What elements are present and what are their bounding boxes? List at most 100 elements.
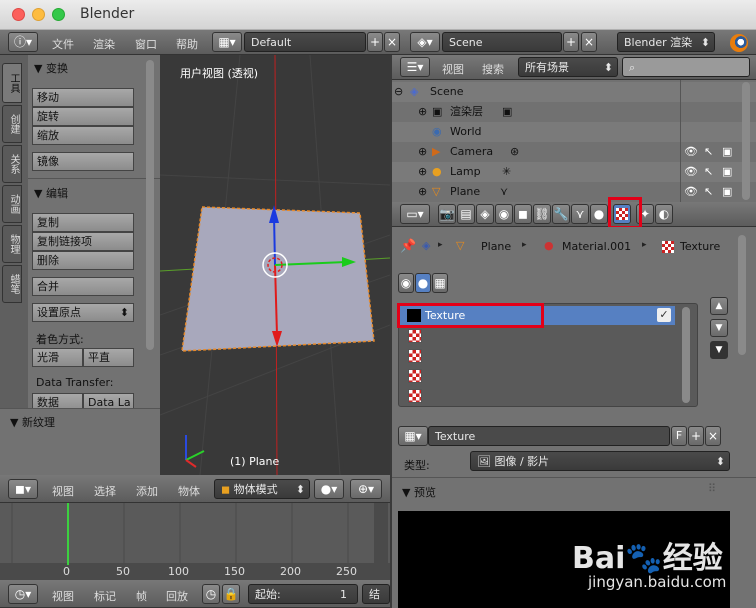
move-slot-up-icon[interactable]: ▲ [710,297,728,315]
pivot-point-icon[interactable]: ⊕▾ [350,479,382,499]
close-window-button[interactable] [12,8,25,21]
tab-physics[interactable]: 物理 [2,225,22,263]
other-texture-toggle-icon[interactable]: ▦ [432,273,448,293]
scene-icon[interactable]: ◈▾ [410,32,440,52]
timeline-menu-view[interactable]: 视图 [52,588,74,604]
add-scene-icon[interactable]: + [563,32,579,52]
material-tab-icon[interactable]: ● [590,204,608,224]
lamp-visibility-eye-icon[interactable]: 👁 [684,165,698,178]
duplicate-linked-button[interactable]: 复制链接项 [32,232,134,251]
outliner-menu-search[interactable]: 搜索 [482,61,504,77]
outliner-scrollbar[interactable] [742,82,750,200]
tab-animation[interactable]: 动画 [2,185,22,223]
maximize-window-button[interactable] [52,8,65,21]
lamp-render-icon[interactable]: ▣ [722,165,732,178]
tab-create[interactable]: 创建 [2,105,22,143]
slot-list-scrollbar[interactable] [682,307,690,403]
constraints-tab-icon[interactable]: ⛓ [533,204,551,224]
menu-file[interactable]: 文件 [52,36,74,52]
plane-object[interactable] [181,206,375,352]
outliner-menu-view[interactable]: 视图 [442,61,464,77]
scene-tab-icon[interactable]: ◈ [476,204,494,224]
texture-type-select[interactable]: 🖼 图像 / 影片 ⬍ [470,451,730,471]
viewport-menu-add[interactable]: 添加 [136,483,158,499]
slot-enabled-checkbox[interactable]: ✓ [657,308,671,322]
tool-shelf-scrollbar[interactable] [146,60,154,350]
camera-render-icon[interactable]: ▣ [722,145,732,158]
add-layout-icon[interactable]: + [367,32,383,52]
outliner-search-input[interactable]: ⌕ [622,57,750,77]
viewport-menu-view[interactable]: 视图 [52,483,74,499]
info-editor-icon[interactable]: ⓘ▾ [8,32,38,52]
fake-user-button[interactable]: F [671,426,687,446]
texture-slot-empty-icon[interactable] [408,389,422,403]
menu-help[interactable]: 帮助 [176,36,198,52]
remove-layout-icon[interactable]: × [384,32,400,52]
tab-relations[interactable]: 关系 [2,145,22,183]
menu-window[interactable]: 窗口 [135,36,157,52]
timeline-menu-frame[interactable]: 帧 [136,588,147,604]
texture-name-field[interactable]: Texture [428,426,670,446]
3d-view-editor-icon[interactable]: ◼▾ [8,479,38,499]
world-tab-icon[interactable]: ◉ [495,204,513,224]
mirror-button[interactable]: 镜像 [32,152,134,171]
outliner-row-plane[interactable]: ⊕ ▽ Plane ⋎ [392,182,756,202]
tab-tools[interactable]: 工具 [2,63,22,103]
plane-select-cursor-icon[interactable]: ↖ [704,185,713,198]
modifiers-tab-icon[interactable]: 🔧 [552,204,570,224]
outliner-row-camera[interactable]: ⊕ ▶ Camera ⊛ [392,142,756,162]
mode-select[interactable]: ◼ 物体模式 ⬍ [214,479,310,499]
set-origin-select[interactable]: 设置原点 ⬍ [32,303,134,322]
flat-button[interactable]: 平直 [83,348,134,367]
preview-panel-title[interactable]: ▼ 预览 [402,484,436,500]
scale-button[interactable]: 缩放 [32,126,134,145]
pin-icon[interactable]: 📌 [400,239,416,254]
physics-tab-icon[interactable]: ◐ [655,204,673,224]
timeline-menu-playback[interactable]: 回放 [166,588,188,604]
end-frame-field[interactable]: 结 [362,584,390,604]
translate-button[interactable]: 移动 [32,88,134,107]
render-layers-tab-icon[interactable]: ▤ [457,204,475,224]
scene-field[interactable]: Scene [442,32,562,52]
outliner-row-renderlayers[interactable]: ⊕ ▣ 渲染层 ▣ [392,102,756,122]
3d-viewport[interactable]: 用户视图 (透视) (1) Plane [160,55,390,475]
timeline-menu-marker[interactable]: 标记 [94,588,116,604]
slot-specials-icon[interactable]: ▼ [710,341,728,359]
object-tab-icon[interactable]: ◼ [514,204,532,224]
outliner-row-scene[interactable]: ⊖ ◈ Scene [392,82,756,102]
timeline-scrollbar[interactable] [374,503,388,563]
texture-browse-icon[interactable]: ▦▾ [398,426,428,446]
outliner-row-world[interactable]: ◉ World [392,122,756,142]
minimize-window-button[interactable] [32,8,45,21]
transform-panel-title[interactable]: ▼ 变换 [34,60,68,76]
menu-render[interactable]: 渲染 [93,36,115,52]
plane-render-icon[interactable]: ▣ [722,185,732,198]
tab-grease-pencil[interactable]: 蜡笔 [2,265,22,303]
plane-visibility-eye-icon[interactable]: 👁 [684,185,698,198]
lamp-select-cursor-icon[interactable]: ↖ [704,165,713,178]
texture-slot-empty-icon[interactable] [408,329,422,343]
unlink-texture-icon[interactable]: × [705,426,721,446]
delete-button[interactable]: 删除 [32,251,134,270]
move-slot-down-icon[interactable]: ▼ [710,319,728,337]
material-texture-toggle-icon[interactable]: ● [415,273,431,293]
viewport-menu-object[interactable]: 物体 [178,483,200,499]
edit-panel-title[interactable]: ▼ 编辑 [34,185,68,201]
start-frame-field[interactable]: 起始: 1 [248,584,358,604]
camera-visibility-eye-icon[interactable]: 👁 [684,145,698,158]
timeline[interactable]: 0 50 100 150 200 250 [0,503,390,580]
new-texture-icon[interactable]: + [688,426,704,446]
viewport-menu-select[interactable]: 选择 [94,483,116,499]
smooth-button[interactable]: 光滑 [32,348,83,367]
properties-scrollbar[interactable] [738,235,746,355]
outliner-editor-icon[interactable]: ☰▾ [400,57,430,77]
rotate-button[interactable]: 旋转 [32,107,134,126]
new-texture-panel-title[interactable]: ▼ 新纹理 [10,414,55,430]
panel-drag-handle-icon[interactable]: ⠿ [708,482,716,495]
join-button[interactable]: 合并 [32,277,134,296]
outliner-filter-select[interactable]: 所有场景 ⬍ [518,57,618,77]
data-tab-icon[interactable]: ⋎ [571,204,589,224]
duplicate-button[interactable]: 复制 [32,213,134,232]
remove-scene-icon[interactable]: × [581,32,597,52]
render-tab-icon[interactable]: 📷 [438,204,456,224]
